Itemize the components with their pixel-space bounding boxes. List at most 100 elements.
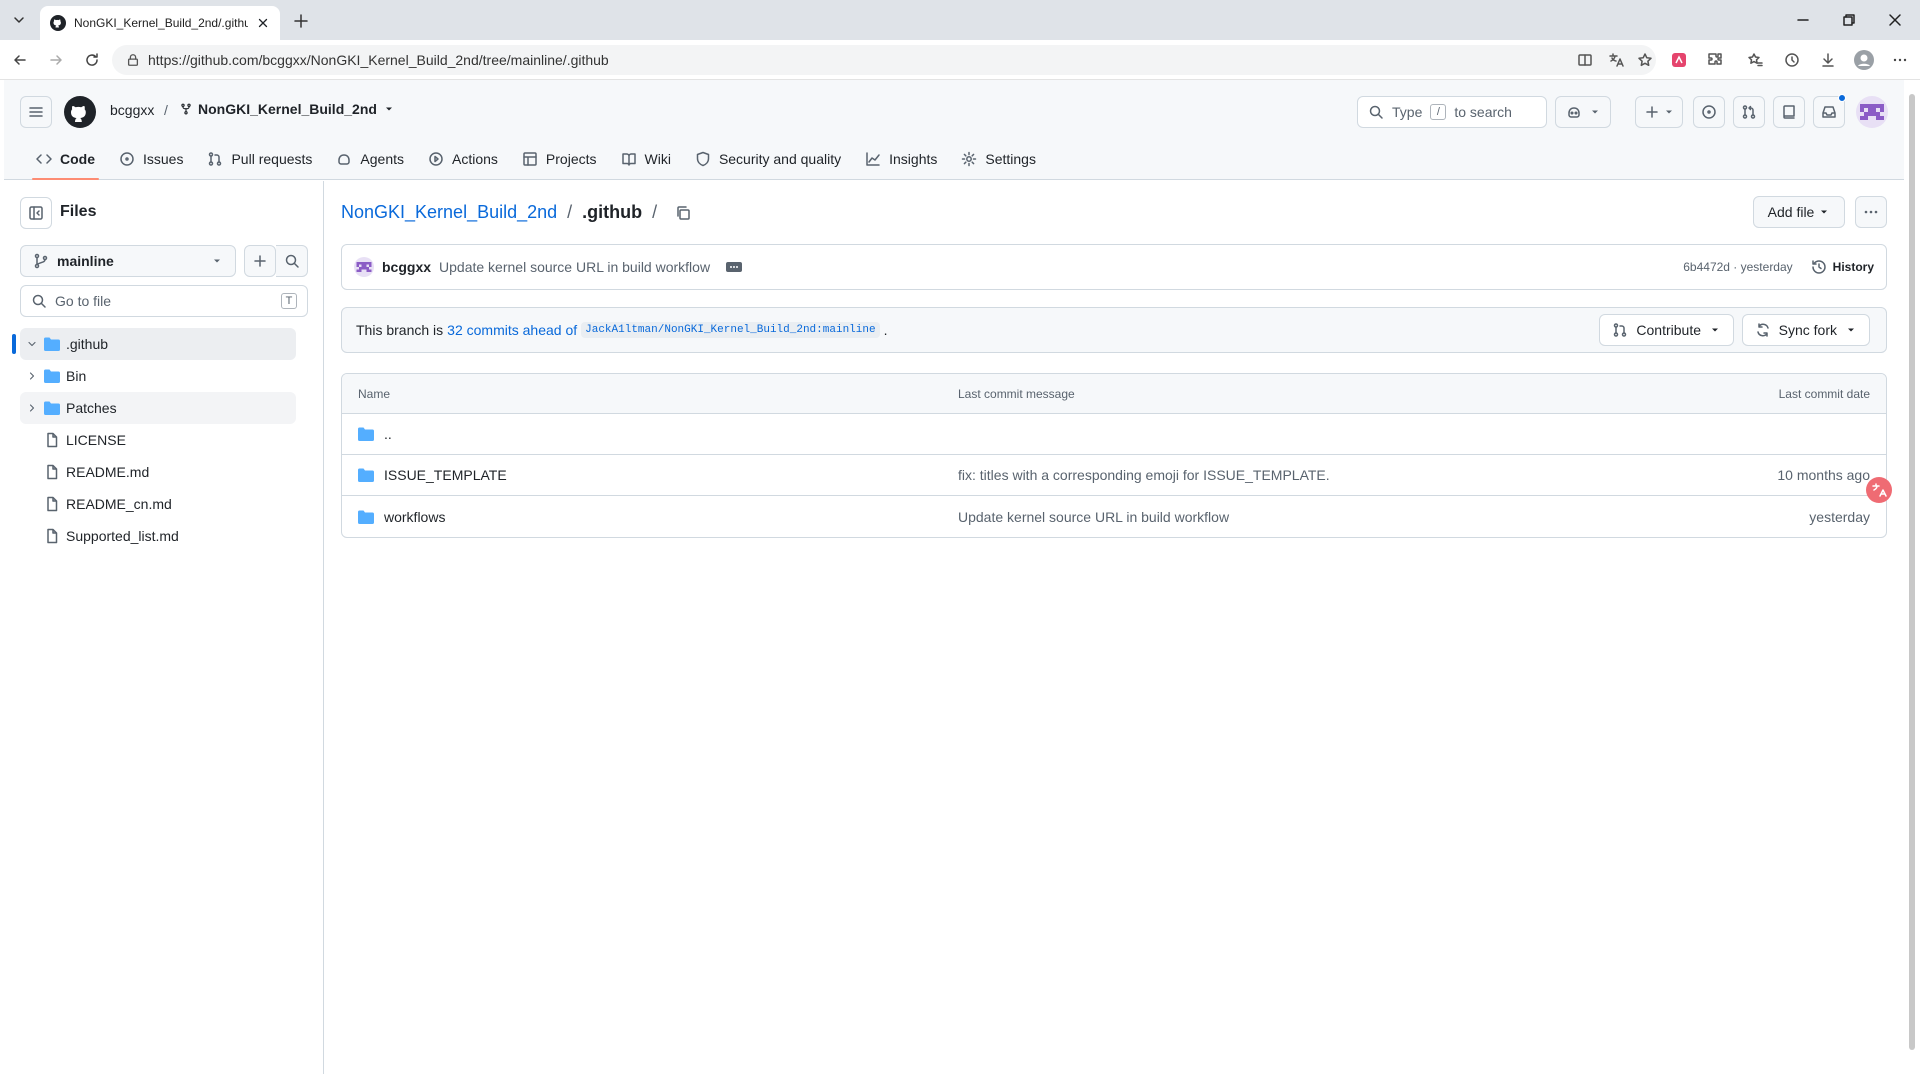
tab-issues[interactable]: Issues [107, 138, 195, 180]
tree-item-readme-cn-md[interactable]: README_cn.md [20, 488, 296, 520]
extensions-icon[interactable] [1704, 50, 1726, 70]
repositories-button[interactable] [1773, 96, 1805, 128]
tree-item-github[interactable]: .github [12, 328, 296, 360]
caret-down-icon[interactable] [383, 103, 395, 115]
commits-ahead-link[interactable]: 32 commits ahead of [447, 322, 577, 338]
table-icon [523, 152, 537, 166]
add-file-button[interactable]: Add file [1753, 196, 1845, 228]
tree-item-supported-list-md[interactable]: Supported_list.md [20, 520, 296, 552]
commit-author-avatar[interactable] [354, 257, 374, 277]
expand-commit-message-button[interactable] [726, 262, 743, 272]
contribute-button[interactable]: Contribute [1599, 314, 1734, 346]
folder-icon [44, 369, 60, 383]
translate-icon[interactable] [1605, 50, 1627, 70]
folder-icon [358, 468, 374, 482]
breadcrumb-repo-link[interactable]: NonGKI_Kernel_Build_2nd [341, 202, 557, 223]
row-commit-message[interactable]: fix: titles with a corresponding emoji f… [958, 467, 1330, 483]
issue-icon [120, 152, 134, 166]
more-options-button[interactable] [1855, 196, 1887, 228]
history-label: History [1832, 260, 1874, 274]
chevron-right-icon[interactable] [20, 402, 44, 414]
collapse-sidebar-button[interactable] [20, 197, 52, 229]
commit-hash-and-date[interactable]: 6b4472d · yesterday [1683, 260, 1792, 274]
add-file-small-button[interactable] [244, 245, 276, 277]
branch-selector[interactable]: mainline [20, 245, 236, 277]
split-screen-icon[interactable] [1574, 50, 1596, 70]
pull-requests-button[interactable] [1733, 96, 1765, 128]
extension-badge-icon[interactable] [1668, 50, 1690, 70]
tab-security-and-quality[interactable]: Security and quality [683, 138, 853, 180]
tab-label: Issues [143, 151, 184, 167]
minimize-button[interactable] [1780, 6, 1826, 34]
file-icon [47, 528, 58, 544]
restore-button[interactable] [1826, 6, 1872, 34]
profile-avatar-icon[interactable] [1853, 50, 1875, 70]
tab-insights[interactable]: Insights [853, 138, 949, 180]
go-to-file-input[interactable]: Go to file T [20, 285, 308, 317]
row-commit-message[interactable]: Update kernel source URL in build workfl… [958, 509, 1229, 525]
commit-message[interactable]: Update kernel source URL in build workfl… [439, 259, 710, 275]
favorites-icon[interactable] [1744, 50, 1766, 70]
repo-link[interactable]: NonGKI_Kernel_Build_2nd [180, 101, 395, 117]
search-prefix: Type [1392, 104, 1423, 120]
scrollbar-thumb[interactable] [1909, 94, 1915, 1050]
reload-button[interactable] [78, 48, 106, 72]
search-shortcut-key: / [1430, 104, 1447, 120]
tab-list-button[interactable] [6, 8, 32, 32]
history-icon[interactable] [1781, 50, 1803, 70]
tab-actions[interactable]: Actions [416, 138, 510, 180]
upstream-branch-link[interactable]: JackA1ltman/NonGKI_Kernel_Build_2nd:main… [581, 322, 880, 338]
folder-icon [44, 337, 60, 351]
table-row[interactable]: .. [342, 414, 1886, 455]
commit-author[interactable]: bcggxx [382, 259, 431, 275]
chevron-right-icon[interactable] [20, 370, 44, 382]
url-field[interactable]: https://github.com/bcggxx/NonGKI_Kernel_… [112, 45, 1656, 75]
table-row[interactable]: workflows Update kernel source URL in bui… [342, 496, 1886, 537]
inbox-button[interactable] [1813, 94, 1846, 128]
file-name-link[interactable]: workflows [384, 509, 445, 525]
vertical-scrollbar[interactable] [1904, 80, 1920, 1080]
tree-item-license[interactable]: LICENSE [20, 424, 296, 456]
forward-button[interactable] [42, 48, 70, 72]
hamburger-menu-button[interactable] [20, 96, 52, 128]
table-row[interactable]: ISSUE_TEMPLATE fix: titles with a corresp… [342, 455, 1886, 496]
tab-label: Projects [545, 151, 597, 167]
sync-fork-button[interactable]: Sync fork [1741, 314, 1870, 346]
issues-button[interactable] [1693, 96, 1725, 128]
downloads-icon[interactable] [1817, 50, 1839, 70]
more-menu-icon[interactable] [1889, 50, 1911, 70]
history-button[interactable]: History [1811, 259, 1874, 275]
tab-code[interactable]: Code [24, 138, 107, 180]
owner-link[interactable]: bcggxx [110, 102, 154, 118]
tab-pull-requests[interactable]: Pull requests [195, 138, 324, 180]
tab-label: Settings [985, 151, 1036, 167]
close-window-button[interactable] [1872, 6, 1918, 34]
tree-item-bin[interactable]: Bin [20, 360, 296, 392]
close-tab-icon[interactable] [256, 16, 270, 30]
chevron-down-icon[interactable] [20, 338, 44, 350]
restore-icon [1843, 14, 1855, 26]
file-name-link[interactable]: .. [384, 426, 392, 442]
favorite-star-icon[interactable] [1634, 50, 1656, 70]
tab-label: Security and quality [718, 151, 842, 167]
tree-item-readme-md[interactable]: README.md [20, 456, 296, 488]
create-new-button[interactable] [1635, 96, 1683, 128]
file-name-link[interactable]: ISSUE_TEMPLATE [384, 467, 507, 483]
copilot-button[interactable] [1555, 96, 1611, 128]
github-logo-icon[interactable] [64, 96, 96, 128]
new-tab-button[interactable] [288, 8, 314, 34]
tab-agents[interactable]: Agents [324, 138, 416, 180]
tab-label: Code [60, 151, 95, 167]
tab-wiki[interactable]: Wiki [609, 138, 683, 180]
browser-tab[interactable]: NonGKI_Kernel_Build_2nd/.github [40, 6, 280, 40]
back-button[interactable] [6, 48, 34, 72]
floating-translate-button[interactable] [1866, 477, 1892, 503]
git-branch-icon [34, 253, 48, 269]
tab-projects[interactable]: Projects [510, 138, 609, 180]
search-input[interactable]: Type / to search [1357, 96, 1547, 128]
copy-path-icon[interactable] [675, 205, 691, 221]
tree-item-patches[interactable]: Patches [20, 392, 296, 424]
user-avatar[interactable] [1856, 96, 1888, 128]
search-files-button[interactable] [276, 245, 308, 277]
tab-settings[interactable]: Settings [949, 138, 1048, 180]
